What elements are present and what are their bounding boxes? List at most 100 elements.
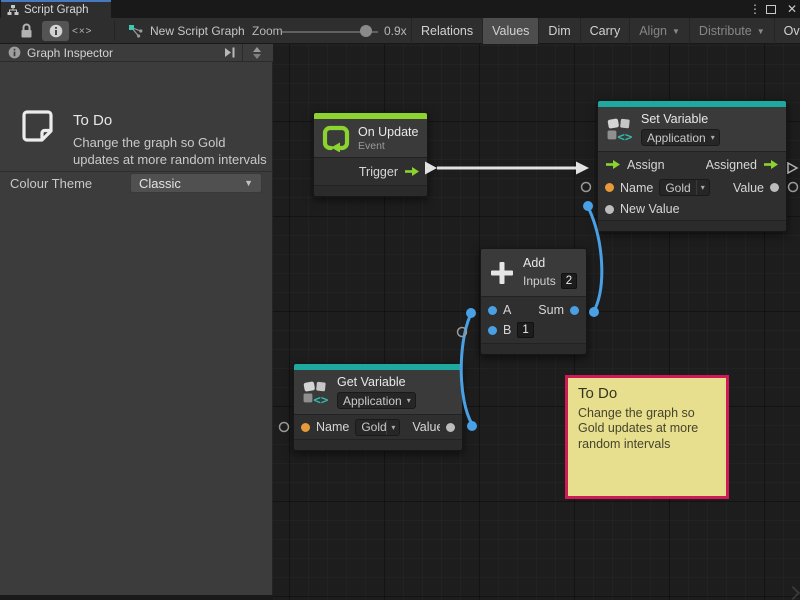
node-get-variable[interactable]: <> Get Variable Application ▾ Name Gold … [293,363,463,451]
tab-bar: Script Graph ⋮ ✕ [0,0,800,18]
name-input-port[interactable] [301,423,310,432]
variable-scope-dropdown[interactable]: Application ▾ [337,392,416,409]
new-value-input-port[interactable] [605,205,614,214]
chevron-down-icon: ▾ [711,130,719,145]
window-close-icon[interactable]: ✕ [784,0,800,18]
name-value-row: Name Gold ▾ Value [294,415,462,439]
variables-icon: <> [302,379,329,406]
name-label: Name [620,181,653,195]
tab-script-graph[interactable]: Script Graph [1,0,111,18]
a-sum-row: A Sum [481,300,586,320]
sticky-note-icon [20,108,56,151]
node-on-update[interactable]: On Update Event Trigger [313,112,428,197]
sum-output-port[interactable] [570,306,579,315]
chevron-down-icon: ▼ [244,178,253,188]
new-value-label: New Value [620,202,680,216]
sticky-note-text: Change the graph so Gold updates at more… [578,406,720,452]
inspector-toggle-button[interactable] [42,21,69,41]
chevron-down-icon: ▾ [407,393,415,408]
assigned-port-label: Assigned [706,158,757,172]
flow-row: Assign Assigned [598,152,786,177]
node-footer [294,439,462,450]
variable-scope-dropdown[interactable]: Application ▾ [641,129,720,146]
node-title: Get Variable [337,375,416,389]
graph-inspector-title: Graph Inspector [27,46,217,60]
flow-arrow-icon[interactable] [763,159,779,170]
b-row: B 1 [481,320,586,340]
graph-toolbar: <×> New Script Graph Zoom 0.9x Relations… [0,18,800,44]
overview-button[interactable]: Overview [774,18,800,44]
lock-icon[interactable] [20,18,33,44]
align-button[interactable]: Align ▼ [629,18,689,44]
carry-button[interactable]: Carry [580,18,630,44]
inputs-label: Inputs [523,274,556,288]
chevron-down-icon: ▼ [757,27,765,36]
name-input-port[interactable] [605,183,614,192]
zoom-slider-handle[interactable] [360,25,372,37]
name-value: Gold [356,420,386,434]
flow-arrow-icon[interactable] [605,159,621,170]
node-set-variable[interactable]: <> Set Variable Application ▾ Assign Ass… [597,100,787,232]
b-value-field[interactable]: 1 [517,322,533,338]
window-menu-icon[interactable]: ⋮ [748,0,762,18]
sticky-note[interactable]: To Do Change the graph so Gold updates a… [565,375,729,499]
scroll-spinner [249,47,265,59]
new-script-graph-label: New Script Graph [150,24,245,38]
node-title: On Update [358,125,418,139]
svg-text:<>: <> [313,391,328,405]
node-header: <> Get Variable Application ▾ [294,370,462,415]
scope-value: Application [642,131,711,145]
node-title: Add [523,256,577,270]
scope-value: Application [338,394,407,408]
value-output-port[interactable] [770,183,779,192]
toolbar-divider [114,21,115,41]
node-subtitle: Event [358,140,418,152]
header-divider [242,44,243,62]
value-output-port[interactable] [446,423,455,432]
code-preview-icon[interactable]: <×> [72,18,93,44]
flow-arrow-icon[interactable] [404,166,420,177]
inspector-todo-title: To Do [73,112,112,129]
sum-output-label: Sum [538,303,564,317]
dock-panel-icon[interactable] [223,46,236,59]
window-maximize-icon[interactable] [766,0,782,18]
variables-icon: <> [606,116,633,143]
dim-button[interactable]: Dim [538,18,579,44]
value-output-label: Value [733,181,764,195]
loop-event-icon [322,124,350,152]
node-header: On Update Event [314,119,427,158]
name-label: Name [316,420,349,434]
resize-grip[interactable] [786,586,800,600]
distribute-button[interactable]: Distribute ▼ [689,18,774,44]
graph-inspector-panel: Graph Inspector To Do Change the graph s… [0,44,273,595]
a-input-port[interactable] [488,306,497,315]
scroll-down-icon[interactable] [253,54,261,59]
values-button[interactable]: Values [482,18,538,44]
chevron-down-icon: ▾ [696,180,709,195]
node-add[interactable]: Add Inputs 2 A Sum B 1 [480,248,587,355]
colour-theme-select[interactable]: Classic ▼ [130,173,262,193]
plus-icon [489,260,515,286]
info-icon [8,46,21,59]
node-title: Set Variable [641,112,720,126]
inputs-count-field[interactable]: 2 [561,273,577,289]
a-label: A [503,303,511,317]
b-input-port[interactable] [488,326,497,335]
name-value-dropdown[interactable]: Gold ▾ [355,419,400,436]
name-row: Name Gold ▾ Value [598,177,786,198]
node-header: <> Set Variable Application ▾ [598,107,786,152]
zoom-value: 0.9x [384,18,407,44]
chevron-down-icon: ▼ [672,27,680,36]
chevron-down-icon: ▾ [386,420,399,435]
node-header: Add Inputs 2 [481,249,586,297]
colour-theme-label: Colour Theme [10,176,92,191]
new-script-graph-button[interactable]: New Script Graph [128,18,245,44]
name-value-dropdown[interactable]: Gold ▾ [659,179,709,196]
scroll-up-icon[interactable] [253,47,261,52]
value-output-label: Value [412,420,440,434]
graph-inspector-header: Graph Inspector [0,44,273,62]
relations-button[interactable]: Relations [411,18,482,44]
zoom-label: Zoom [252,18,283,44]
new-value-row: New Value [598,198,786,220]
inspector-todo-text: Change the graph so Gold updates at more… [73,134,269,168]
